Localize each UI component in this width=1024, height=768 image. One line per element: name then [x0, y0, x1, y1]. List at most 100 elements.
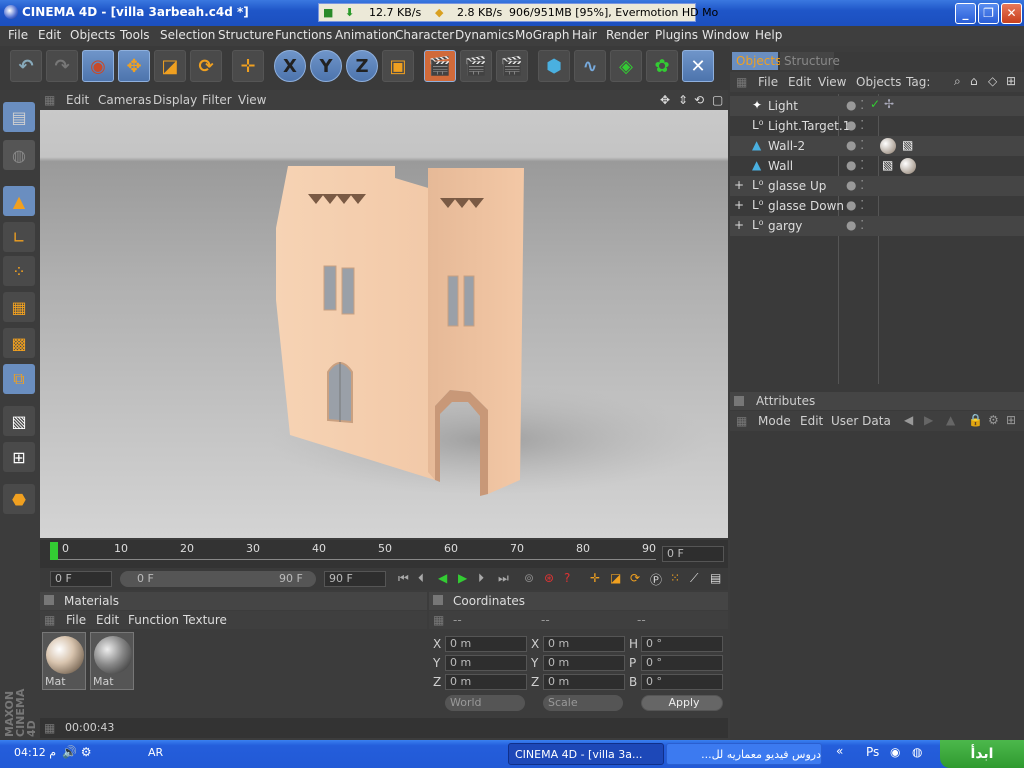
autokey-icon[interactable]: ⊛: [544, 571, 554, 585]
key-pla-icon[interactable]: ⁙: [670, 571, 680, 585]
menu-animation[interactable]: Animation: [335, 28, 396, 42]
edges-mode-icon[interactable]: ▦: [3, 292, 35, 322]
material-tag-icon[interactable]: [880, 138, 896, 154]
visibility-dots[interactable]: ● ⁚: [846, 118, 864, 132]
nurbs-icon[interactable]: ◈: [610, 50, 642, 82]
z-axis-icon[interactable]: Z: [346, 50, 378, 82]
go-to-end-icon[interactable]: ⏭: [498, 571, 509, 586]
menu-mograph[interactable]: MoGraph: [515, 28, 570, 42]
download-manager-bar[interactable]: ■ ⬇ 12.7 KB/s ◆ 2.8 KB/s 906/951MB [95%]…: [318, 3, 718, 22]
timeline-ruler[interactable]: 0 10 20 30 40 50 60 70 80 90: [50, 542, 656, 560]
pos-z-field[interactable]: 0 m: [445, 674, 527, 690]
close-button[interactable]: ✕: [1001, 3, 1022, 24]
deformer-icon[interactable]: ✕: [682, 50, 714, 82]
mat-menu-edit[interactable]: Edit: [96, 613, 119, 627]
object-row-light[interactable]: ✦ Light ● ⁚ ✓ ✢: [730, 96, 1024, 116]
settings-icon[interactable]: ⚙: [988, 413, 999, 427]
firefox-icon[interactable]: ◉: [890, 745, 900, 759]
lock-icon[interactable]: 🔒: [968, 413, 983, 427]
menu-character[interactable]: Character: [395, 28, 454, 42]
up-icon[interactable]: ▲: [946, 413, 955, 427]
record-icon[interactable]: ⊚: [524, 571, 534, 585]
start-button[interactable]: ابدأ: [940, 740, 1024, 768]
panel-toggle-icon[interactable]: [433, 595, 443, 605]
timeline[interactable]: 0 10 20 30 40 50 60 70 80 90 0 F: [40, 540, 728, 568]
obj-menu-view[interactable]: View: [818, 75, 846, 89]
home-icon[interactable]: ⌂: [970, 74, 978, 88]
texture-mode-icon[interactable]: ◍: [3, 140, 35, 170]
vp-menu-filter[interactable]: Filter: [202, 93, 232, 107]
back-icon[interactable]: ◀: [904, 413, 913, 427]
interpolation-icon[interactable]: ⟋: [690, 571, 698, 586]
tab-structure[interactable]: Structure: [780, 52, 840, 70]
uv-mode-icon[interactable]: ⧉: [3, 364, 35, 394]
panel-toggle-icon[interactable]: [44, 595, 54, 605]
3d-viewport[interactable]: [40, 110, 728, 538]
array-icon[interactable]: ✿: [646, 50, 678, 82]
expand-icon[interactable]: +: [734, 178, 744, 192]
forward-icon[interactable]: ▶: [924, 413, 933, 427]
rotate-icon[interactable]: ⟳: [190, 50, 222, 82]
key-rotation-icon[interactable]: ⟳: [630, 571, 640, 585]
rot-b-field[interactable]: 0 °: [641, 674, 723, 690]
material-tag-icon[interactable]: [900, 158, 916, 174]
menu-tools[interactable]: Tools: [120, 28, 150, 42]
play-forward-icon[interactable]: ▶: [458, 571, 467, 585]
timeline-window-icon[interactable]: ▤: [710, 571, 721, 585]
undo-icon[interactable]: ↶: [10, 50, 42, 82]
preview-range-slider[interactable]: 0 F 90 F: [120, 571, 316, 587]
material-swatch[interactable]: Mat: [42, 632, 86, 690]
task-cinema4d[interactable]: CINEMA 4D - [villa 3a...: [508, 743, 664, 765]
mat-menu-texture[interactable]: Texture: [183, 613, 227, 627]
attr-menu-user-data[interactable]: User Data: [831, 414, 891, 428]
vp-menu-display[interactable]: Display: [153, 93, 197, 107]
mat-menu-function[interactable]: Function: [128, 613, 179, 627]
size-x-field[interactable]: 0 m: [543, 636, 625, 652]
move-icon[interactable]: ✥: [118, 50, 150, 82]
points-mode-icon[interactable]: ⁘: [3, 256, 35, 286]
cube-icon[interactable]: ⬢: [538, 50, 570, 82]
current-frame-field[interactable]: 0 F: [662, 546, 724, 562]
object-row-glasse-down[interactable]: + L⁰ glasse Down ● ⁚: [730, 196, 1024, 216]
expand-icon[interactable]: +: [734, 198, 744, 212]
y-axis-icon[interactable]: Y: [310, 50, 342, 82]
rot-p-field[interactable]: 0 °: [641, 655, 723, 671]
size-y-field[interactable]: 0 m: [543, 655, 625, 671]
task-browser[interactable]: دروس فيديو معماريه لل...: [666, 743, 822, 765]
keyframe-selection-icon[interactable]: ?: [564, 571, 570, 585]
menu-dynamics[interactable]: Dynamics: [455, 28, 514, 42]
coordinate-mode-select[interactable]: World: [445, 695, 525, 711]
menu-render[interactable]: Render: [606, 28, 649, 42]
object-row-wall[interactable]: ▲ Wall ● ⁚ ▧: [730, 156, 1024, 176]
visibility-dots[interactable]: ● ⁚: [846, 178, 864, 192]
visibility-dots[interactable]: ● ⁚: [846, 138, 864, 152]
texture-tag-icon[interactable]: ▧: [882, 158, 893, 172]
new-window-icon[interactable]: ⊞: [1006, 413, 1016, 427]
key-parameter-icon[interactable]: Ⓟ: [650, 571, 662, 588]
menu-window[interactable]: Window: [702, 28, 749, 42]
obj-menu-objects[interactable]: Objects: [856, 75, 901, 89]
key-scale-icon[interactable]: ◪: [610, 571, 621, 585]
visibility-dots[interactable]: ● ⁚: [846, 198, 864, 212]
render-picture-viewer-icon[interactable]: 🎬: [460, 50, 492, 82]
apply-button[interactable]: Apply: [641, 695, 723, 711]
cinema4d-app-icon[interactable]: [4, 5, 18, 19]
render-view-icon[interactable]: 🎬: [424, 50, 456, 82]
visibility-dots[interactable]: ● ⁚: [846, 98, 864, 112]
menu-help[interactable]: Help: [755, 28, 782, 42]
create-icon[interactable]: ✛: [232, 50, 264, 82]
object-row-glasse-up[interactable]: + L⁰ glasse Up ● ⁚: [730, 176, 1024, 196]
menu-hair[interactable]: Hair: [572, 28, 597, 42]
target-tag-icon[interactable]: ✢: [884, 97, 894, 111]
minimize-button[interactable]: _: [955, 3, 976, 24]
x-axis-icon[interactable]: X: [274, 50, 306, 82]
object-axis-icon[interactable]: ∟: [3, 222, 35, 252]
quicklaunch-expand-icon[interactable]: «: [836, 744, 843, 758]
vp-menu-cameras[interactable]: Cameras: [98, 93, 151, 107]
key-position-icon[interactable]: ✛: [590, 571, 600, 585]
layout-icon[interactable]: ▤: [3, 102, 35, 132]
go-to-start-icon[interactable]: ⏮: [398, 571, 409, 586]
start-frame-field[interactable]: 0 F: [50, 571, 112, 587]
polygons-mode-icon[interactable]: ▩: [3, 328, 35, 358]
next-key-icon[interactable]: ⏵: [478, 571, 484, 586]
